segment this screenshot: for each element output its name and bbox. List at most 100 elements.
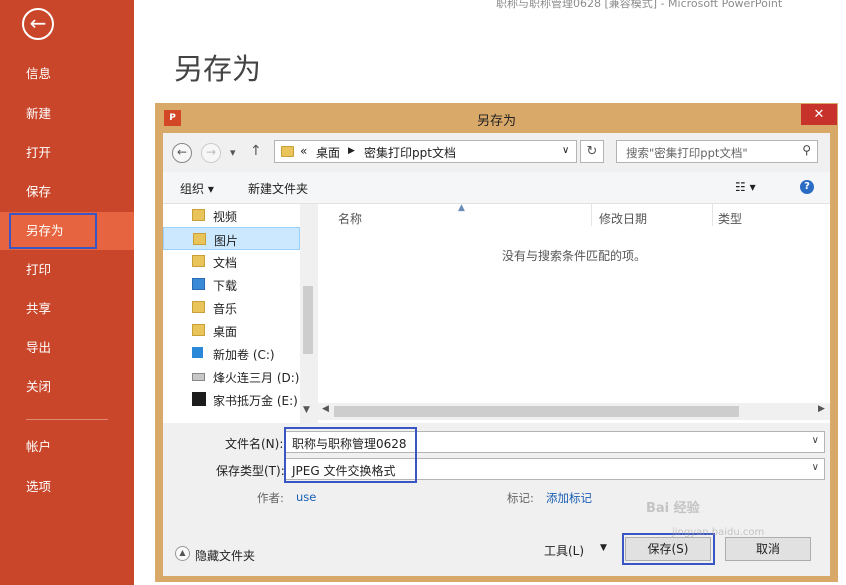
nav-item-close[interactable]: 关闭 (0, 368, 134, 406)
tree-item-desktop[interactable]: 桌面 (163, 319, 300, 342)
search-placeholder: 搜索"密集打印ppt文档" (626, 146, 748, 160)
column-header-name[interactable]: 名称 (338, 210, 362, 227)
organize-button[interactable]: 组织 ▾ (180, 180, 214, 197)
scroll-left-icon[interactable]: ◀ (322, 404, 329, 414)
tree-item-music[interactable]: 音乐 (163, 296, 300, 319)
address-chevron-down-icon[interactable]: ∨ (562, 145, 569, 156)
author-value[interactable]: use (296, 490, 316, 504)
filetype-chevron-down-icon[interactable]: ∨ (812, 462, 819, 473)
music-folder-icon (192, 301, 205, 313)
watermark-url: jingyan.baidu.com (672, 527, 765, 538)
tree-item-label: 新加卷 (C:) (213, 348, 275, 362)
nav-item-print[interactable]: 打印 (0, 251, 134, 289)
view-options-icon[interactable]: ☷ ▾ (735, 180, 756, 194)
search-input[interactable]: 搜索"密集打印ppt文档" ⚲ (616, 140, 818, 163)
documents-folder-icon (192, 255, 205, 267)
column-divider[interactable] (591, 204, 592, 226)
nav-item-share[interactable]: 共享 (0, 290, 134, 328)
nav-item-save-as[interactable]: 另存为 (0, 212, 134, 250)
nav-item-new[interactable]: 新建 (0, 95, 134, 133)
tools-chevron-down-icon[interactable]: ▼ (600, 543, 607, 553)
command-bar: 组织 ▾ 新建文件夹 ☷ ▾ ? (163, 172, 830, 204)
breadcrumb-folder[interactable]: 密集打印ppt文档 (364, 144, 456, 161)
nav-item-save[interactable]: 保存 (0, 173, 134, 211)
drive-icon (192, 373, 205, 381)
backstage-sidebar: ← 信息 新建 打开 保存 另存为 打印 共享 导出 关闭 帐户 选项 (0, 0, 134, 585)
tree-item-label: 视频 (213, 210, 238, 224)
tree-item-pictures[interactable]: 图片 (163, 227, 300, 250)
help-icon[interactable]: ? (800, 180, 814, 194)
highlight-box (9, 213, 97, 249)
nav-item-info[interactable]: 信息 (0, 55, 134, 93)
tree-item-drive-e[interactable]: 家书抵万金 (E:) (163, 388, 300, 411)
windows-drive-icon (192, 347, 203, 358)
up-arrow-icon[interactable]: ↑ (250, 143, 262, 159)
tree-item-documents[interactable]: 文档 (163, 250, 300, 273)
nav-scrollbar[interactable]: ▼ (300, 204, 316, 423)
nav-item-account[interactable]: 帐户 (0, 428, 134, 466)
tree-item-label: 下载 (213, 279, 238, 293)
file-list-pane: ▲ 名称 修改日期 类型 没有与搜索条件匹配的项。 ◀ ▶ (318, 203, 830, 423)
filename-chevron-down-icon[interactable]: ∨ (812, 435, 819, 446)
sort-arrow-icon: ▲ (458, 203, 465, 213)
tree-item-label: 音乐 (213, 302, 238, 316)
new-folder-button[interactable]: 新建文件夹 (248, 180, 308, 197)
horizontal-scrollbar[interactable]: ◀ ▶ (318, 403, 830, 420)
tree-item-videos[interactable]: 视频 (163, 204, 300, 227)
close-button[interactable]: ✕ (801, 104, 837, 125)
tools-menu[interactable]: 工具(L) (544, 542, 584, 559)
window-title: 职称与职称管理0628 [兼容模式] - Microsoft PowerPoin… (496, 0, 783, 10)
address-row: ← → ▾ ↑ « 桌面 ▶ 密集打印ppt文档 ∨ ↻ 搜索"密集打印ppt文… (163, 133, 830, 172)
collapse-icon[interactable]: ▲ (175, 546, 190, 561)
tags-label: 标记: (507, 491, 534, 505)
pictures-folder-icon (193, 233, 206, 245)
nav-item-export[interactable]: 导出 (0, 329, 134, 367)
drive-app-icon (192, 392, 206, 406)
breadcrumb-desktop[interactable]: 桌面 (316, 144, 340, 161)
tree-item-downloads[interactable]: 下载 (163, 273, 300, 296)
recent-locations-chevron-down-icon[interactable]: ▾ (230, 146, 236, 159)
video-folder-icon (192, 209, 205, 221)
breadcrumb-prefix[interactable]: « (300, 144, 307, 158)
page-title: 另存为 (174, 52, 262, 86)
column-header-date[interactable]: 修改日期 (599, 210, 647, 227)
scroll-down-icon[interactable]: ▼ (303, 405, 310, 415)
navigation-pane: 视频 图片 文档 下载 音乐 桌面 新加卷 (C:) 烽火连三月 (D:) 家书… (163, 204, 316, 423)
tree-item-label: 烽火连三月 (D:) (213, 371, 300, 385)
column-divider[interactable] (712, 204, 713, 226)
nav-divider (26, 419, 108, 420)
tree-item-drive-d[interactable]: 烽火连三月 (D:) (163, 365, 300, 388)
desktop-folder-icon (192, 324, 205, 336)
search-icon: ⚲ (802, 143, 811, 157)
back-icon[interactable]: ← (172, 143, 192, 163)
hide-folders-link[interactable]: 隐藏文件夹 (195, 547, 255, 564)
watermark: Bai 经验 (646, 501, 700, 516)
tags-value[interactable]: 添加标记 (546, 490, 592, 506)
filename-label: 文件名(N): (225, 437, 284, 451)
nav-item-open[interactable]: 打开 (0, 134, 134, 172)
column-header-type[interactable]: 类型 (718, 210, 742, 227)
tree-item-drive-c[interactable]: 新加卷 (C:) (163, 342, 300, 365)
folder-icon (281, 146, 294, 157)
dialog-body: ← → ▾ ↑ « 桌面 ▶ 密集打印ppt文档 ∨ ↻ 搜索"密集打印ppt文… (163, 133, 830, 576)
back-arrow-icon[interactable]: ← (22, 8, 54, 40)
scrollbar-thumb[interactable] (303, 286, 313, 354)
breadcrumb-chevron-right-icon: ▶ (348, 146, 355, 156)
save-as-dialog: P 另存为 ✕ ← → ▾ ↑ « 桌面 ▶ 密集打印ppt文档 ∨ ↻ 搜索"… (155, 103, 838, 582)
refresh-icon[interactable]: ↻ (580, 140, 604, 163)
dialog-title: 另存为 (476, 114, 516, 129)
author-label: 作者: (257, 491, 284, 505)
nav-item-options[interactable]: 选项 (0, 468, 134, 506)
filetype-label: 保存类型(T): (216, 464, 285, 478)
scrollbar-thumb[interactable] (334, 406, 739, 417)
tree-item-label: 桌面 (213, 325, 238, 339)
tree-item-label: 图片 (214, 234, 239, 248)
tree-item-label: 文档 (213, 256, 238, 270)
cancel-button[interactable]: 取消 (725, 537, 811, 561)
dialog-titlebar[interactable]: P 另存为 ✕ (155, 103, 838, 133)
empty-message: 没有与搜索条件匹配的项。 (501, 249, 646, 263)
scroll-right-icon[interactable]: ▶ (818, 404, 825, 414)
address-bar[interactable]: « 桌面 ▶ 密集打印ppt文档 ∨ (274, 140, 577, 163)
forward-icon[interactable]: → (201, 143, 221, 163)
downloads-folder-icon (192, 278, 205, 290)
